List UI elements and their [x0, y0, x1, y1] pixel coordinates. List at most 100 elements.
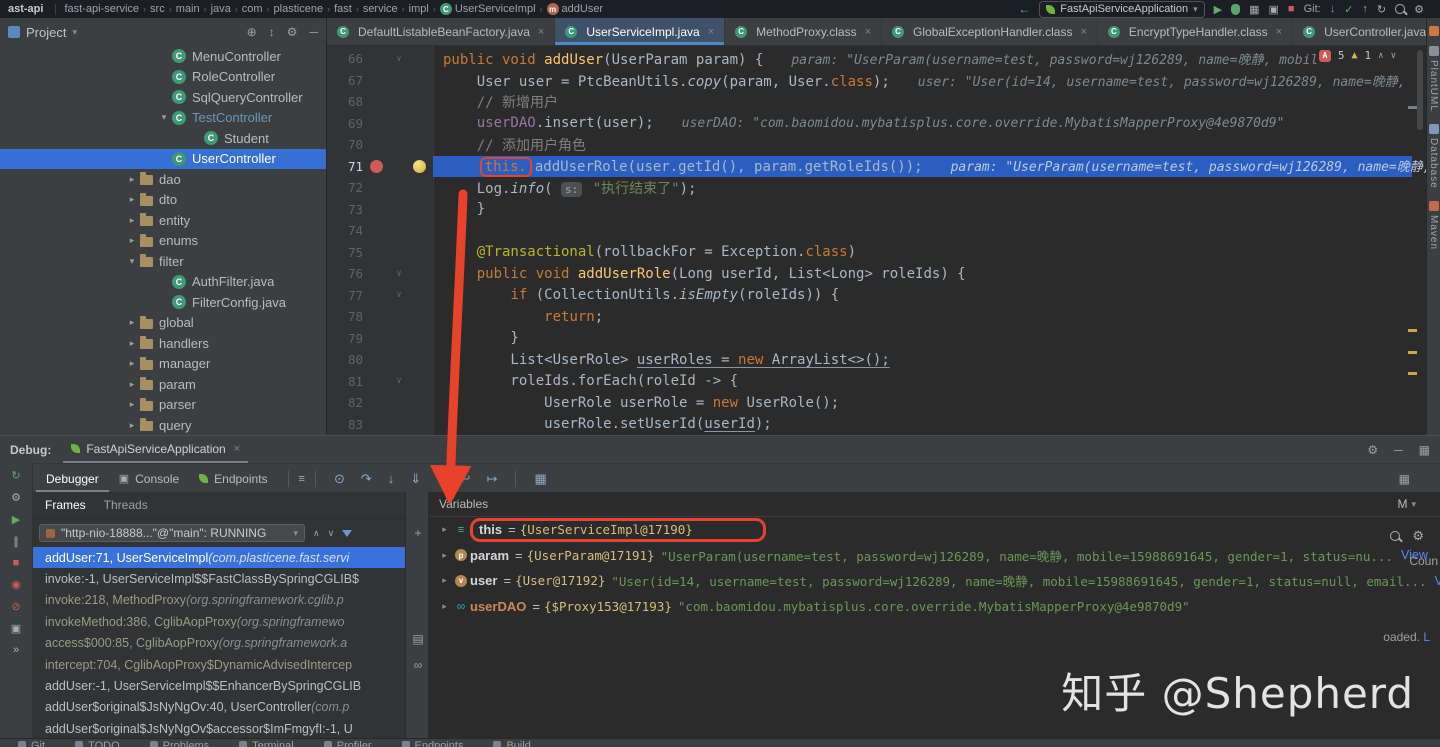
- chevron-right-icon[interactable]: ▸: [437, 601, 452, 612]
- tree-item[interactable]: CMenuController: [0, 46, 326, 67]
- chevron-right-icon[interactable]: ▸: [437, 550, 452, 561]
- tree-item[interactable]: ▸param: [0, 374, 326, 395]
- tree-item[interactable]: ▸manager: [0, 354, 326, 375]
- stripe-mark[interactable]: [1408, 106, 1417, 109]
- code-line[interactable]: 82 UserRole userRole = new UserRole();: [327, 392, 1412, 414]
- push-icon[interactable]: ↑: [1362, 3, 1368, 15]
- prev-problem-icon[interactable]: ∧: [1378, 51, 1383, 61]
- project-panel-title[interactable]: Project: [26, 25, 66, 40]
- breakpoint-icon[interactable]: [370, 160, 383, 173]
- stack-frame[interactable]: invokeMethod:386, CglibAopProxy (org.spr…: [33, 611, 405, 632]
- commit-icon[interactable]: ✓: [1344, 3, 1353, 16]
- status-item-git[interactable]: Git: [18, 739, 45, 747]
- step-into-button[interactable]: ↓: [388, 471, 395, 486]
- tree-item[interactable]: CFilterConfig.java: [0, 292, 326, 313]
- hide-library-frames-icon[interactable]: [342, 530, 352, 537]
- tree-item[interactable]: ▾CTestController: [0, 108, 326, 129]
- evaluate-expression-button[interactable]: ▦: [534, 471, 546, 487]
- notification-icon[interactable]: [1429, 26, 1439, 36]
- stack-frame[interactable]: addUser$original$JsNyNgOv$accessor$ImFmg…: [33, 718, 405, 739]
- view-breakpoints-button[interactable]: ◉: [11, 578, 21, 591]
- code-line[interactable]: 66∨public void addUser(UserParam param) …: [327, 48, 1412, 70]
- code-line[interactable]: 71 this.addUserRole(user.getId(), param.…: [327, 156, 1412, 178]
- tool-stripe-plantuml[interactable]: PlantUML: [1428, 46, 1439, 112]
- editor-tab[interactable]: CUserController.java×: [1293, 18, 1426, 45]
- stack-frame[interactable]: addUser$original$JsNyNgOv:40, UserContro…: [33, 697, 405, 718]
- hide-panel-button[interactable]: ─: [309, 25, 318, 39]
- tree-item[interactable]: ▸global: [0, 313, 326, 334]
- stop-button[interactable]: ■: [1288, 3, 1295, 15]
- history-icon[interactable]: ↻: [1377, 3, 1386, 16]
- close-icon[interactable]: ×: [1080, 26, 1086, 38]
- tab-threads[interactable]: Threads: [104, 498, 148, 512]
- status-item-terminal[interactable]: Terminal: [239, 739, 294, 747]
- stack-frame[interactable]: invoke:218, MethodProxy (org.springframe…: [33, 590, 405, 611]
- chevron-right-icon[interactable]: ▸: [124, 235, 140, 246]
- debug-button[interactable]: [1231, 4, 1240, 15]
- tree-item[interactable]: CAuthFilter.java: [0, 272, 326, 293]
- run-button[interactable]: ▶: [1214, 3, 1222, 16]
- editor-scrollbar[interactable]: [1417, 50, 1423, 130]
- mute-breakpoints-button[interactable]: ⊘: [11, 600, 20, 613]
- breadcrumb-method[interactable]: maddUser: [547, 3, 604, 15]
- thread-dump-button[interactable]: ▣: [11, 622, 21, 635]
- close-icon[interactable]: ×: [234, 443, 240, 455]
- status-item-todo[interactable]: TODO: [75, 739, 120, 747]
- run-config-select[interactable]: FastApiServiceApplication ▾: [1039, 1, 1204, 18]
- chevron-right-icon[interactable]: ▸: [124, 399, 140, 410]
- copy-stack-button[interactable]: ▤: [406, 632, 430, 646]
- coverage-button[interactable]: ▦: [1249, 3, 1259, 16]
- project-settings-button[interactable]: ⚙: [287, 25, 298, 39]
- editor-tab[interactable]: CMethodProxy.class×: [725, 18, 882, 45]
- code-line[interactable]: 74: [327, 220, 1412, 242]
- hide-debug-button[interactable]: ─: [1394, 443, 1403, 457]
- run-to-cursor-button[interactable]: ↦: [487, 471, 498, 487]
- chevron-down-icon[interactable]: ▾: [156, 112, 172, 123]
- code-line[interactable]: 75 @Transactional(rollbackFor = Exceptio…: [327, 242, 1412, 264]
- chevron-down-icon[interactable]: ▾: [124, 256, 140, 267]
- tree-item[interactable]: ▸dao: [0, 169, 326, 190]
- stack-frame[interactable]: invoke:-1, UserServiceImpl$$FastClassByS…: [33, 568, 405, 589]
- search-icon[interactable]: [1395, 4, 1405, 14]
- intention-bulb-icon[interactable]: [413, 160, 426, 173]
- tool-stripe-database[interactable]: Database: [1428, 124, 1439, 189]
- breadcrumb-item[interactable]: src: [150, 3, 165, 15]
- editor-tab[interactable]: CUserServiceImpl.java×: [555, 18, 725, 45]
- tree-item[interactable]: ▸handlers: [0, 333, 326, 354]
- chevron-right-icon[interactable]: ▸: [437, 524, 452, 535]
- status-item-problems[interactable]: Problems: [150, 739, 209, 747]
- modify-run-config-button[interactable]: ⚙: [11, 491, 21, 504]
- fold-marker-icon[interactable]: ∨: [389, 54, 409, 64]
- code-line[interactable]: 77∨ if (CollectionUtils.isEmpty(roleIds)…: [327, 285, 1412, 307]
- breadcrumb-item[interactable]: plasticene: [274, 3, 324, 15]
- code-line[interactable]: 83 userRole.setUserId(userId);: [327, 414, 1412, 436]
- search-icon[interactable]: [1390, 531, 1400, 541]
- code-line[interactable]: 78 return;: [327, 306, 1412, 328]
- stack-frame[interactable]: intercept:704, CglibAopProxy$DynamicAdvi…: [33, 654, 405, 675]
- code-line[interactable]: 72 Log.info( s: "执行结束了");: [327, 177, 1412, 199]
- chevron-right-icon[interactable]: ▸: [124, 358, 140, 369]
- close-icon[interactable]: ×: [538, 26, 544, 38]
- editor-tab[interactable]: CEncryptTypeHandler.class×: [1098, 18, 1293, 45]
- view-link[interactable]: View: [1435, 574, 1440, 588]
- layout-settings-button[interactable]: ▦: [1419, 443, 1430, 457]
- code-line[interactable]: 79 }: [327, 328, 1412, 350]
- rerun-button[interactable]: ↻: [11, 469, 20, 482]
- back-navigation-icon[interactable]: ←: [1018, 2, 1030, 16]
- variables-settings-icon[interactable]: ⚙: [1412, 528, 1424, 544]
- tab-debugger[interactable]: Debugger: [36, 464, 109, 493]
- tool-stripe-maven[interactable]: Maven: [1428, 201, 1439, 250]
- stripe-mark[interactable]: [1408, 329, 1417, 332]
- locate-file-button[interactable]: ⊕: [247, 25, 257, 39]
- memory-view-button[interactable]: M ▾: [1397, 497, 1416, 511]
- editor-tab[interactable]: CDefaultListableBeanFactory.java×: [327, 18, 555, 45]
- resume-button[interactable]: ▶: [12, 513, 20, 526]
- add-watch-button[interactable]: +: [406, 526, 430, 540]
- variable-row[interactable]: ▸≡this={UserServiceImpl@17190}: [429, 517, 1440, 543]
- next-frame-icon[interactable]: ∨: [328, 528, 335, 539]
- tree-item[interactable]: ▸parser: [0, 395, 326, 416]
- stack-frame[interactable]: access$000:85, CglibAopProxy (org.spring…: [33, 633, 405, 654]
- breadcrumb-item[interactable]: com: [242, 3, 263, 15]
- loaded-link[interactable]: L: [1423, 630, 1430, 644]
- inspections-widget[interactable]: A 5 ▲ 1 ∧ ∨: [1319, 49, 1396, 62]
